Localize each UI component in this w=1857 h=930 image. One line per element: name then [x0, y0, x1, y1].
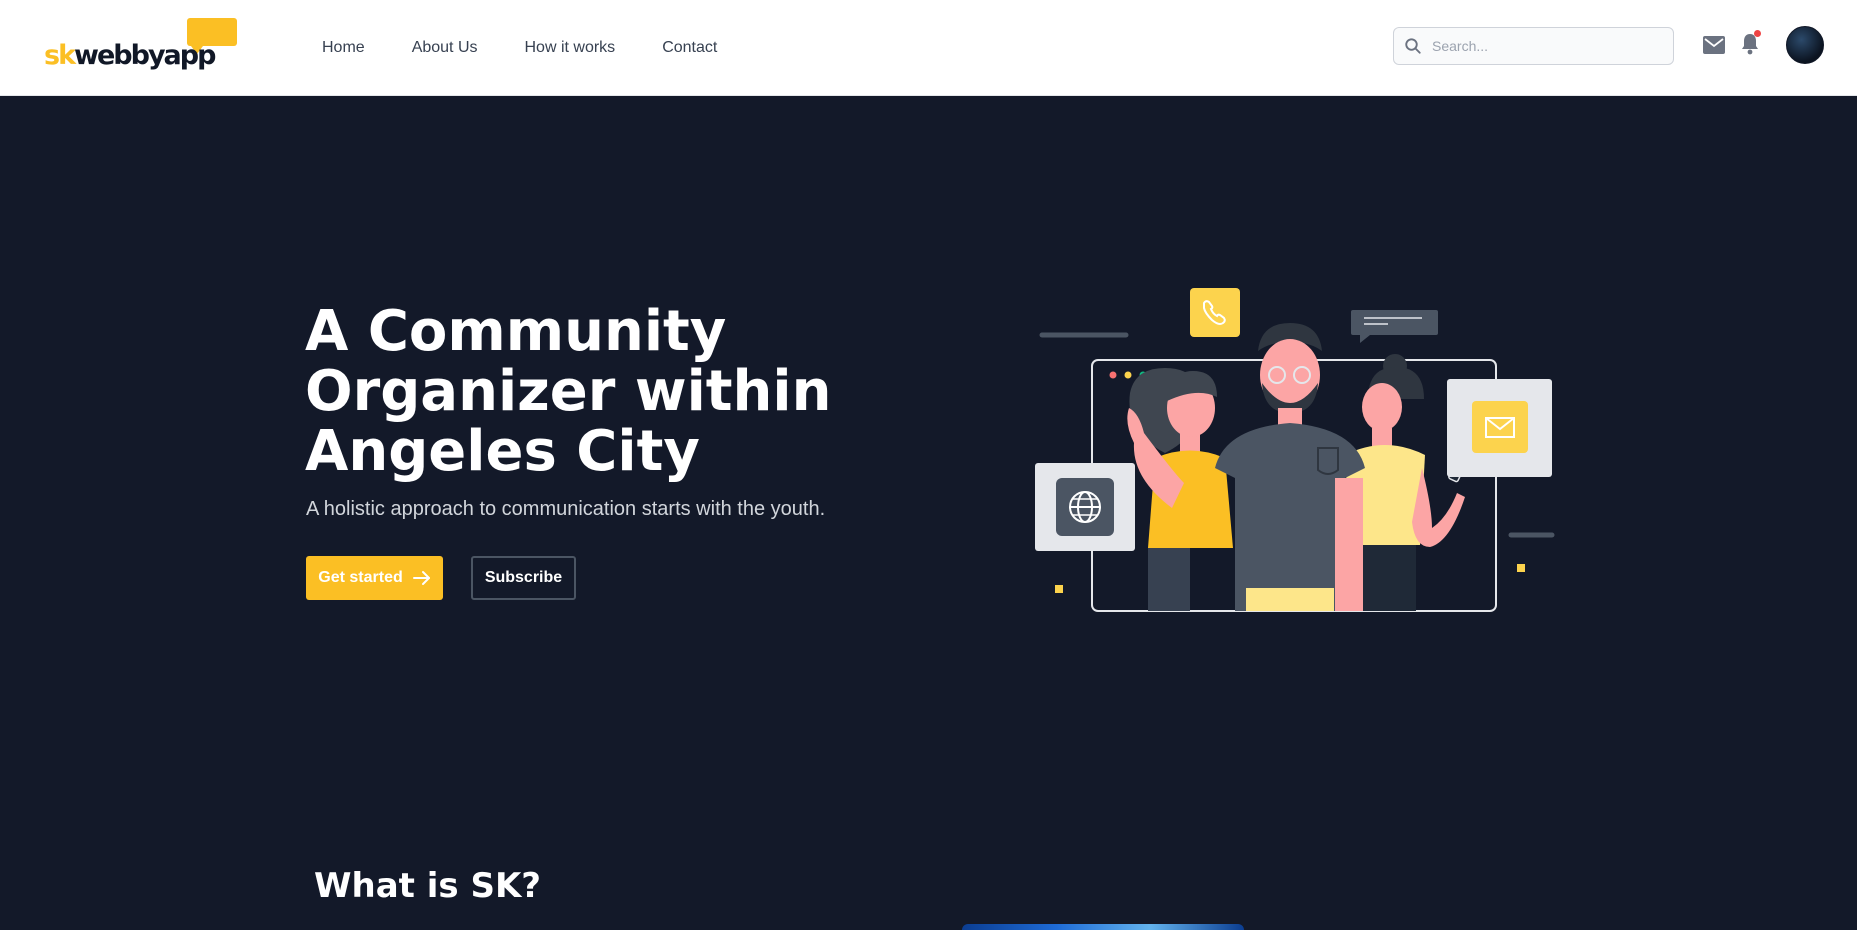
notification-badge [1754, 30, 1761, 37]
get-started-button[interactable]: Get started [306, 556, 443, 600]
nav-home[interactable]: Home [322, 39, 365, 57]
hero-subtitle: A holistic approach to communication sta… [306, 498, 826, 520]
site-header: skwebbyapp Home About Us How it works Co… [0, 0, 1857, 96]
nav-contact[interactable]: Contact [662, 39, 717, 57]
subscribe-button[interactable]: Subscribe [471, 556, 576, 600]
nav-how-it-works[interactable]: How it works [525, 39, 616, 57]
get-started-label: Get started [318, 569, 403, 586]
hero-title: A Community Organizer within Angeles Cit… [305, 299, 832, 484]
search-input[interactable] [1430, 37, 1654, 55]
logo-name: webbyapp [74, 40, 216, 71]
phone-icon [1190, 288, 1240, 337]
logo[interactable]: skwebbyapp [44, 16, 244, 76]
mail-tile-icon [1447, 379, 1552, 477]
section-video-thumbnail[interactable] [962, 924, 1244, 930]
search-box [1393, 27, 1674, 65]
hero-illustration [1035, 288, 1555, 612]
arrow-right-icon [412, 571, 430, 585]
messages-button[interactable] [1703, 36, 1725, 59]
logo-text: skwebbyapp [44, 40, 216, 71]
search-icon [1405, 38, 1421, 54]
main-nav: Home About Us How it works Contact [322, 0, 764, 95]
section-title: What is SK? [314, 866, 542, 906]
notifications-button[interactable] [1741, 33, 1759, 60]
logo-prefix: sk [44, 40, 76, 71]
globe-icon [1035, 463, 1135, 551]
nav-about-us[interactable]: About Us [412, 39, 478, 57]
envelope-icon [1703, 36, 1725, 54]
chat-bubble-icon [1351, 310, 1438, 343]
user-avatar[interactable] [1786, 26, 1824, 64]
